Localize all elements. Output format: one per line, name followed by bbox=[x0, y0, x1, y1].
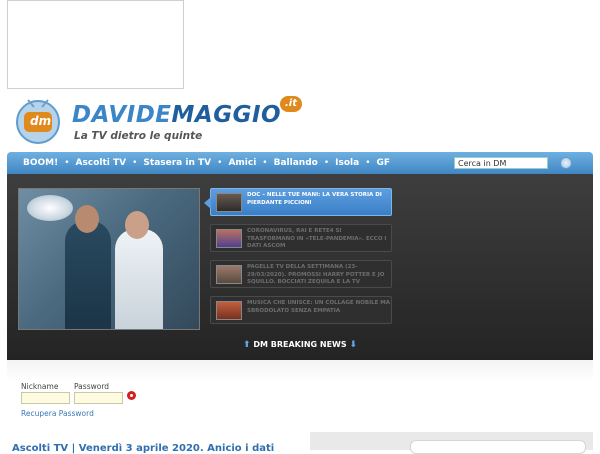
nav-item-isola[interactable]: Isola bbox=[335, 158, 359, 168]
arrow-down-icon: ⬇ bbox=[349, 340, 357, 350]
news-thumbnail bbox=[216, 265, 242, 284]
featured-slider: DOC – NELLE TUE MANI: LA VERA STORIA DI … bbox=[7, 174, 593, 360]
news-thumbnail bbox=[216, 301, 242, 320]
news-title: MUSICA CHE UNISCE: UN COLLAGE NOBILE MA … bbox=[247, 300, 391, 314]
nickname-label: Nickname bbox=[21, 382, 59, 391]
password-label: Password bbox=[74, 382, 110, 391]
news-item[interactable]: MUSICA CHE UNISCE: UN COLLAGE NOBILE MA … bbox=[210, 296, 392, 324]
featured-image[interactable] bbox=[18, 188, 200, 330]
ad-banner-placeholder bbox=[7, 0, 184, 89]
badge-letters: dm bbox=[30, 114, 52, 128]
news-title: CORONAVIRUS, RAI E RETE4 SI TRASFORMANO … bbox=[247, 228, 387, 249]
nav-item-ballando[interactable]: Ballando bbox=[274, 158, 318, 168]
sidebar-box bbox=[410, 440, 586, 454]
person-shape bbox=[65, 221, 111, 329]
logo-name-part1: DAVIDE bbox=[72, 102, 172, 128]
nav-separator: • bbox=[64, 158, 70, 168]
nav-separator: • bbox=[217, 158, 223, 168]
logo-tld: .it bbox=[280, 96, 302, 112]
logo-tagline: La TV dietro le quinte bbox=[74, 130, 203, 142]
breaking-news-label: DM BREAKING NEWS bbox=[253, 340, 347, 349]
news-thumbnail bbox=[216, 229, 242, 248]
nav-item-stasera-in-tv[interactable]: Stasera in TV bbox=[143, 158, 211, 168]
news-item[interactable]: PAGELLE TV DELLA SETTIMANA (23-29/03/202… bbox=[210, 260, 392, 288]
nickname-field[interactable] bbox=[21, 392, 70, 404]
login-submit-button[interactable] bbox=[127, 391, 136, 400]
nav-separator: • bbox=[323, 158, 330, 168]
site-logo[interactable]: dm DAVIDEMAGGIO .it La TV dietro le quin… bbox=[14, 96, 304, 148]
news-title: PAGELLE TV DELLA SETTIMANA (23-29/03/202… bbox=[247, 264, 385, 285]
news-thumbnail bbox=[216, 193, 242, 212]
nav-item-gf[interactable]: GF bbox=[377, 158, 391, 168]
news-list: DOC – NELLE TUE MANI: LA VERA STORIA DI … bbox=[204, 188, 394, 332]
surgical-lamp-shape bbox=[27, 195, 73, 221]
logo-wordmark: DAVIDEMAGGIO bbox=[72, 102, 281, 128]
person-head-shape bbox=[75, 205, 99, 233]
nav-item-ascolti-tv[interactable]: Ascolti TV bbox=[76, 158, 127, 168]
nav-items: BOOM! • Ascolti TV • Stasera in TV • Ami… bbox=[23, 152, 390, 174]
person-shape bbox=[115, 229, 163, 329]
password-field[interactable] bbox=[74, 392, 123, 404]
search-input[interactable]: Cerca in DM bbox=[454, 157, 548, 169]
nav-item-boom[interactable]: BOOM! bbox=[23, 158, 58, 168]
breaking-news-bar[interactable]: ⬆ DM BREAKING NEWS ⬇ bbox=[7, 340, 593, 350]
news-title: DOC – NELLE TUE MANI: LA VERA STORIA DI … bbox=[247, 192, 382, 206]
nav-item-amici[interactable]: Amici bbox=[228, 158, 256, 168]
main-nav: BOOM! • Ascolti TV • Stasera in TV • Ami… bbox=[7, 152, 593, 174]
nav-separator: • bbox=[262, 158, 268, 168]
recover-password-link[interactable]: Recupera Password bbox=[21, 409, 94, 418]
news-item[interactable]: DOC – NELLE TUE MANI: LA VERA STORIA DI … bbox=[204, 188, 392, 216]
person-head-shape bbox=[125, 211, 149, 239]
search-button[interactable] bbox=[560, 157, 572, 169]
nav-separator: • bbox=[132, 158, 138, 168]
nav-separator: • bbox=[365, 158, 371, 168]
arrow-up-icon: ⬆ bbox=[243, 340, 251, 350]
article-headline[interactable]: Ascolti TV | Venerdì 3 aprile 2020. Anic… bbox=[12, 443, 274, 454]
logo-name-part2: MAGGIO bbox=[171, 102, 282, 128]
news-item[interactable]: CORONAVIRUS, RAI E RETE4 SI TRASFORMANO … bbox=[210, 224, 392, 252]
